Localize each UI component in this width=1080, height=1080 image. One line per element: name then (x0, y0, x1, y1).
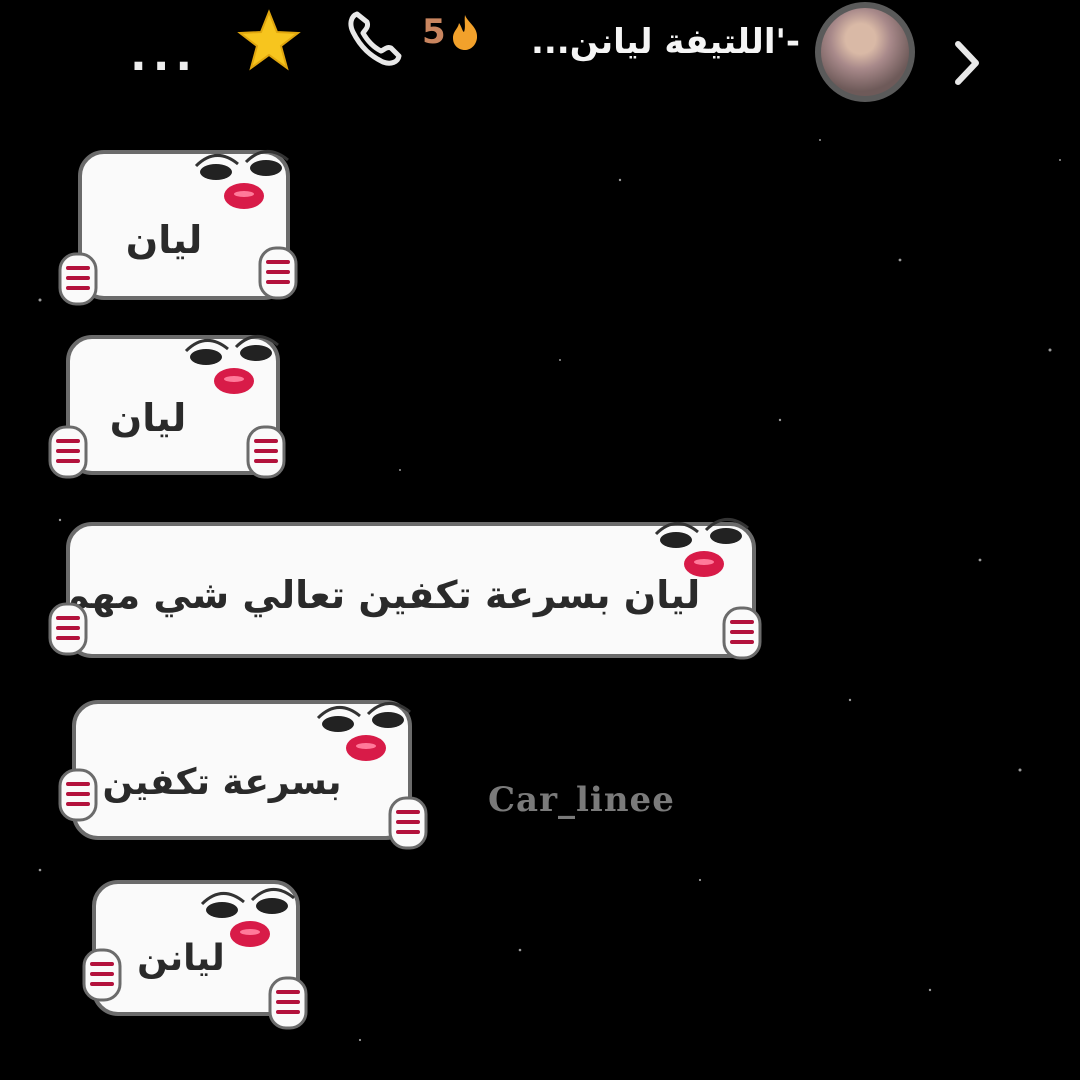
more-options-button[interactable]: ... (130, 30, 198, 81)
hand-icon (48, 425, 88, 479)
hand-icon (722, 606, 762, 660)
star-icon (237, 9, 301, 71)
face-icon (194, 150, 289, 209)
face-icon (184, 335, 279, 394)
avatar[interactable] (815, 2, 915, 102)
sticker-message[interactable]: ليان (58, 150, 298, 306)
watermark: Car_linee (488, 780, 675, 820)
streak-count: 5 (422, 12, 446, 52)
sticker-message[interactable]: ليانن (82, 880, 308, 1030)
face-icon (316, 702, 411, 761)
hand-icon (388, 796, 428, 850)
sticker-message[interactable]: ليان بسرعة تكفين تعالي شي مهم (48, 518, 762, 660)
hand-icon (82, 948, 122, 1002)
face-icon (654, 518, 749, 577)
hand-icon (48, 602, 88, 656)
sticker-message[interactable]: بسرعة تكفين (58, 700, 428, 850)
sticker-message[interactable]: ليان (48, 335, 286, 479)
streak-badge: 5 (422, 12, 480, 52)
chevron-right-icon[interactable] (950, 38, 984, 88)
hand-icon (58, 252, 98, 306)
hand-icon (58, 768, 98, 822)
phone-icon[interactable] (345, 6, 407, 68)
fire-icon (452, 15, 477, 50)
chat-title[interactable]: -'اللتيفة ليانن... (531, 22, 800, 62)
hand-icon (268, 976, 308, 1030)
chat-header: ... 5 -'اللتيفة ليانن... (0, 0, 1080, 120)
hand-icon (258, 246, 298, 300)
hand-icon (246, 425, 286, 479)
face-icon (200, 888, 295, 947)
